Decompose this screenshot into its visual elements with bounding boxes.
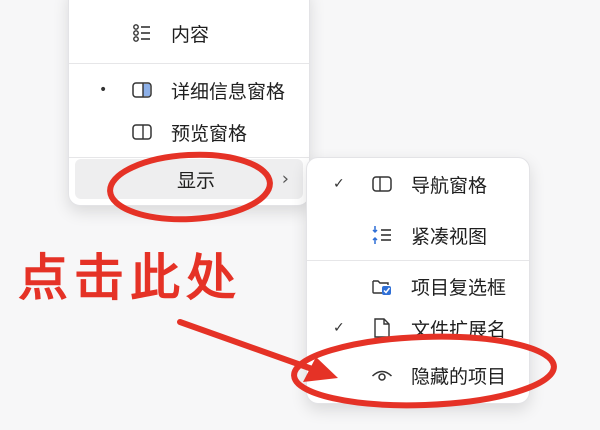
navigation-pane-icon xyxy=(371,173,393,195)
annotation-click-here: 点击此处 xyxy=(18,249,242,307)
menu-divider xyxy=(307,260,529,261)
compact-view-icon xyxy=(371,224,393,246)
show-submenu: ✓ 导航窗格 紧凑视图 项目复选框 ✓ 文件扩展名 隐藏的项目 xyxy=(306,157,530,404)
submenu-item-hidden-items[interactable]: 隐藏的项目 xyxy=(313,355,523,395)
menu-item-label: 内容 xyxy=(171,23,210,46)
submenu-item-compact-view[interactable]: 紧凑视图 xyxy=(313,215,523,255)
menu-item-label: 显示 xyxy=(177,169,216,192)
file-extension-icon xyxy=(371,317,393,339)
preview-pane-icon xyxy=(131,121,153,143)
view-context-menu: 内容 • 详细信息窗格 预览窗格 显示 › xyxy=(68,0,310,206)
submenu-item-label: 项目复选框 xyxy=(411,276,507,299)
menu-divider xyxy=(69,63,309,64)
submenu-item-label: 文件扩展名 xyxy=(411,318,507,341)
menu-item-details-pane[interactable]: • 详细信息窗格 xyxy=(75,70,303,110)
check-icon: ✓ xyxy=(333,176,345,192)
submenu-item-navigation-pane[interactable]: ✓ 导航窗格 xyxy=(313,164,523,204)
menu-divider xyxy=(69,157,309,158)
check-icon: ✓ xyxy=(333,320,345,336)
menu-item-show[interactable]: 显示 › xyxy=(75,159,303,199)
details-list-icon xyxy=(131,22,153,44)
submenu-item-item-checkboxes[interactable]: 项目复选框 xyxy=(313,266,523,306)
submenu-item-label: 导航窗格 xyxy=(411,174,488,197)
item-checkbox-icon xyxy=(371,275,393,297)
menu-item-content[interactable]: 内容 xyxy=(75,13,303,53)
submenu-item-label: 隐藏的项目 xyxy=(411,365,507,388)
menu-item-label: 预览窗格 xyxy=(171,122,248,145)
menu-item-preview-pane[interactable]: 预览窗格 xyxy=(75,112,303,152)
details-pane-icon xyxy=(131,79,153,101)
chevron-right-icon: › xyxy=(281,168,289,190)
submenu-item-file-extensions[interactable]: ✓ 文件扩展名 xyxy=(313,308,523,348)
eye-icon xyxy=(371,364,393,386)
menu-item-label: 详细信息窗格 xyxy=(171,80,286,103)
selected-bullet: • xyxy=(99,82,108,98)
submenu-item-label: 紧凑视图 xyxy=(411,225,488,248)
